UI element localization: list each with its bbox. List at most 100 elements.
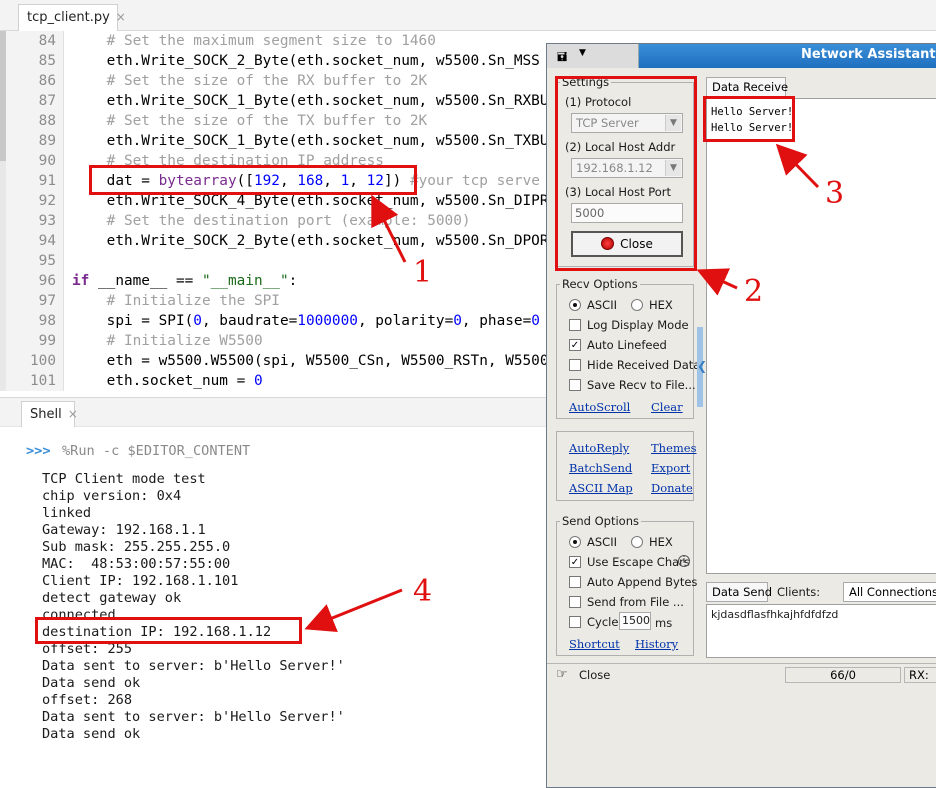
connections-select[interactable]: All Connections (1) (843, 582, 936, 602)
shell-output-line: TCP Client mode test (42, 471, 206, 487)
code-line: eth.Write_SOCK_2_Byte(eth.socket_num, w5… (72, 53, 540, 69)
tab-close-icon[interactable]: × (116, 10, 126, 24)
data-send-input[interactable]: kjdasdflasfhkajhfdfdfzd (706, 604, 936, 658)
tab-data-send[interactable]: Data Send (706, 582, 772, 602)
editor-scrollbar-thumb[interactable] (0, 31, 6, 161)
system-menu[interactable]: 🖬 ▼ (547, 44, 639, 68)
code-line: eth.Write_SOCK_2_Byte(eth.socket_num, w5… (72, 233, 558, 249)
code-editor[interactable]: 84 85 86 87 88 89 90 91 92 93 94 95 96 97 98 99 100 101 #… (0, 31, 560, 391)
send-from-file-checkbox[interactable] (569, 596, 581, 608)
line-number: 85 (38, 53, 56, 69)
annotation-number-4: 4 (413, 574, 433, 609)
editor-scrollbar[interactable] (0, 31, 6, 391)
annotation-box-3 (703, 96, 795, 142)
shell-command: %Run -c $EDITOR_CONTENT (62, 443, 251, 459)
code-line: # Set the maximum segment size to 1460 (72, 33, 436, 49)
annotation-number-2: 2 (744, 274, 764, 309)
tab-data-receive[interactable]: Data Receive (706, 77, 788, 97)
status-close-label[interactable]: Close (579, 668, 610, 682)
code-line: # Set the size of the RX buffer to 2K (72, 73, 428, 89)
shell-output-line: Client IP: 192.168.1.101 (42, 573, 239, 589)
line-number: 92 (38, 193, 56, 209)
recv-ascii-radio[interactable] (569, 299, 581, 311)
status-bar: ☞ Close 66/0 RX: (547, 663, 936, 685)
shell-output-line: chip version: 0x4 (42, 488, 182, 504)
line-number: 98 (38, 313, 56, 329)
save-recv-checkbox[interactable] (569, 379, 581, 391)
recv-ascii-label: ASCII (587, 298, 617, 312)
line-number: 96 (38, 273, 56, 289)
log-display-mode-checkbox[interactable] (569, 319, 581, 331)
escape-chars-label: Use Escape Chars (587, 555, 690, 569)
shell-output-line: Data sent to server: b'Hello Server!' (42, 709, 345, 725)
code-line: # Initialize W5500 (72, 333, 263, 349)
code-line: eth.Write_SOCK_1_Byte(eth.socket_num, w5… (72, 93, 558, 109)
auto-linefeed-label: Auto Linefeed (587, 338, 667, 352)
hide-received-checkbox[interactable] (569, 359, 581, 371)
hide-received-label: Hide Received Data (587, 358, 701, 372)
export-link[interactable]: Export (651, 461, 690, 475)
shell-output-line: linked (42, 505, 92, 521)
line-number: 101 (30, 373, 56, 389)
line-number: 93 (38, 213, 56, 229)
annotation-box-2 (555, 76, 697, 271)
shell-console[interactable]: >>> %Run -c $EDITOR_CONTENT TCP Client m… (0, 427, 560, 778)
cycle-ms-field[interactable]: 1500 (619, 612, 651, 630)
donate-link[interactable]: Donate (651, 481, 693, 495)
shell-tab-label: Shell (30, 407, 62, 422)
tab-shell[interactable]: Shell × (21, 401, 78, 428)
app-icon[interactable]: 🖬 (557, 48, 567, 69)
line-number: 88 (38, 113, 56, 129)
autoreply-link[interactable]: AutoReply (569, 441, 629, 455)
cycle-unit-label: ms (655, 616, 673, 630)
recv-hex-radio[interactable] (631, 299, 643, 311)
auto-append-checkbox[interactable] (569, 576, 581, 588)
ascii-map-link[interactable]: ASCII Map (569, 481, 633, 495)
line-number: 87 (38, 93, 56, 109)
shell-tab-close-icon[interactable]: × (68, 407, 78, 421)
annotation-box-4 (35, 617, 302, 644)
code-line: # Initialize the SPI (72, 293, 280, 309)
info-icon[interactable]: i (678, 555, 690, 567)
tab-tcp-client[interactable]: tcp_client.py × (18, 4, 126, 31)
tab-label: tcp_client.py (27, 10, 110, 25)
status-counter: 66/0 (785, 667, 901, 683)
shell-output-line: MAC: 48:53:00:57:55:00 (42, 556, 231, 572)
editor-tab-bar: tcp_client.py × (0, 0, 936, 31)
line-number: 86 (38, 73, 56, 89)
shell-output-line: Gateway: 192.168.1.1 (42, 522, 206, 538)
cycle-checkbox[interactable] (569, 616, 581, 628)
batchsend-link[interactable]: BatchSend (569, 461, 632, 475)
line-number: 90 (38, 153, 56, 169)
escape-chars-checkbox[interactable]: ✓ (569, 556, 581, 568)
line-number: 91 (38, 173, 56, 189)
send-ascii-label: ASCII (587, 535, 617, 549)
cycle-label: Cycle (587, 615, 619, 629)
code-line: spi = SPI(0, baudrate=1000000, polarity=… (72, 313, 540, 329)
line-number: 89 (38, 133, 56, 149)
annotation-number-3: 3 (825, 176, 845, 211)
themes-link[interactable]: Themes (651, 441, 697, 455)
recv-options-title: Recv Options (560, 277, 640, 291)
send-ascii-radio[interactable] (569, 536, 581, 548)
send-hex-radio[interactable] (631, 536, 643, 548)
auto-append-label: Auto Append Bytes (587, 575, 698, 589)
chevron-down-icon[interactable]: ▼ (579, 48, 586, 58)
autoscroll-link[interactable]: AutoScroll (569, 400, 630, 414)
code-line: if __name__ == "__main__": (72, 273, 298, 289)
auto-linefeed-checkbox[interactable]: ✓ (569, 339, 581, 351)
line-number: 97 (38, 293, 56, 309)
title-bar[interactable]: 🖬 ▼ Network Assistant (547, 44, 936, 68)
clear-link[interactable]: Clear (651, 400, 683, 414)
history-link[interactable]: History (635, 637, 678, 651)
recv-options-group: Recv Options ASCII HEX Log Display Mode … (556, 277, 700, 419)
send-options-title: Send Options (560, 514, 641, 528)
code-line: # Set the destination port (example: 500… (72, 213, 471, 229)
shell-output-line: Data sent to server: b'Hello Server!' (42, 658, 345, 674)
shortcut-link[interactable]: Shortcut (569, 637, 620, 651)
line-number: 99 (38, 333, 56, 349)
line-number: 94 (38, 233, 56, 249)
shell-output-line: offset: 268 (42, 692, 133, 708)
data-receive-panel[interactable]: Hello Server! Hello Server! (706, 98, 936, 574)
shell-output-line: Data send ok (42, 726, 141, 742)
